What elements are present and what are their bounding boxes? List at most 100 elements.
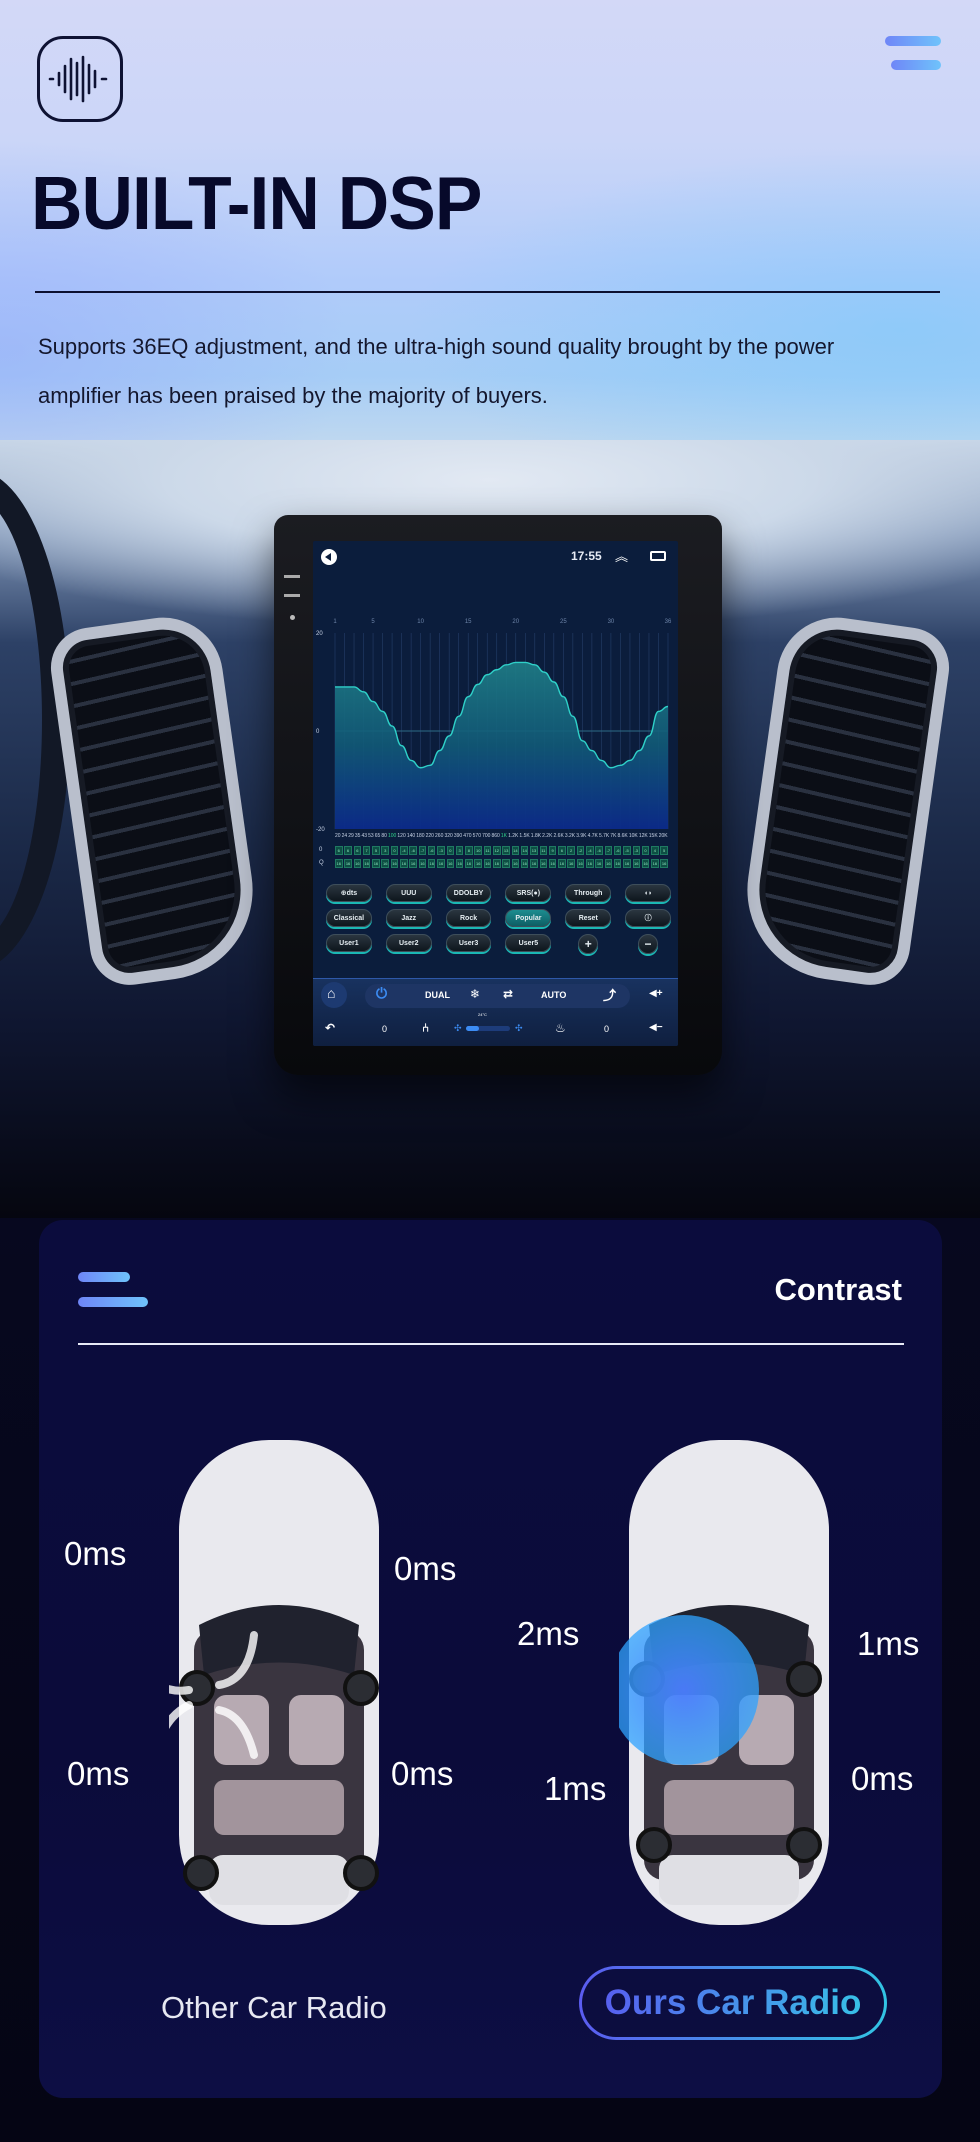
eq-curve-chart[interactable]: 1 5 10 15 20 25 30 36200-20: [313, 611, 678, 831]
gain-slot[interactable]: 11: [539, 846, 548, 855]
remove-preset-button[interactable]: −: [638, 934, 659, 954]
q-slot[interactable]: 16: [362, 859, 371, 868]
gain-slot[interactable]: 3: [455, 846, 464, 855]
gain-slot[interactable]: 0: [641, 846, 650, 855]
preset-rock-button[interactable]: Rock: [445, 909, 492, 927]
preset-user5-button[interactable]: User5: [505, 934, 552, 952]
fan-high-icon[interactable]: ✣: [515, 1023, 523, 1034]
through-button[interactable]: Through: [565, 884, 612, 902]
q-slot[interactable]: 16: [418, 859, 427, 868]
gain-slot[interactable]: -6: [427, 846, 436, 855]
q-slot[interactable]: 16: [558, 859, 566, 868]
recent-apps-icon[interactable]: [650, 551, 666, 561]
gain-slot[interactable]: 9: [548, 846, 557, 855]
q-slot[interactable]: 16: [660, 859, 668, 868]
preset-user2-button[interactable]: User2: [385, 934, 432, 952]
ours-car-radio-button[interactable]: Ours Car Radio: [579, 1966, 887, 2040]
gain-slot[interactable]: 11: [483, 846, 492, 855]
q-slot[interactable]: 16: [539, 859, 548, 868]
q-slot[interactable]: 16: [335, 859, 343, 868]
home-icon[interactable]: [321, 982, 347, 1008]
gain-slot[interactable]: -7: [604, 846, 613, 855]
gain-slot[interactable]: 13: [502, 846, 510, 855]
gain-slot[interactable]: -4: [586, 846, 594, 855]
gain-slot[interactable]: -7: [418, 846, 427, 855]
preset-user3-button[interactable]: User3: [445, 934, 492, 952]
side-menu-button[interactable]: [284, 575, 300, 597]
gain-slot[interactable]: 14: [511, 846, 520, 855]
gain-slot[interactable]: -6: [613, 846, 622, 855]
gain-slot[interactable]: 6: [558, 846, 566, 855]
preset-jazz-button[interactable]: Jazz: [385, 909, 432, 927]
q-slot[interactable]: 16: [455, 859, 464, 868]
q-slot[interactable]: 16: [604, 859, 613, 868]
q-slot[interactable]: 16: [474, 859, 482, 868]
preset-classical-button[interactable]: Classical: [326, 909, 372, 927]
preset-user1-button[interactable]: User1: [326, 934, 372, 952]
volume-down-icon[interactable]: ◀−: [649, 1022, 663, 1033]
gain-slot[interactable]: 6: [344, 846, 352, 855]
preset-popular-button[interactable]: Popular: [505, 909, 552, 927]
gain-slot[interactable]: 0: [446, 846, 455, 855]
gain-slot[interactable]: 4: [651, 846, 659, 855]
q-slot[interactable]: 16: [427, 859, 436, 868]
back-icon[interactable]: [321, 549, 337, 565]
q-slot[interactable]: 16: [520, 859, 529, 868]
q-slot[interactable]: 16: [548, 859, 557, 868]
q-slot[interactable]: 16: [576, 859, 585, 868]
q-slot[interactable]: 16: [400, 859, 408, 868]
q-slot[interactable]: 16: [437, 859, 445, 868]
q-slot[interactable]: 16: [353, 859, 362, 868]
q-slot[interactable]: 16: [623, 859, 631, 868]
gain-slot[interactable]: 8: [465, 846, 473, 855]
gain-slot[interactable]: 14: [520, 846, 529, 855]
gain-slot[interactable]: -3: [437, 846, 445, 855]
q-slot[interactable]: 16: [613, 859, 622, 868]
fan-low-icon[interactable]: ✣: [454, 1023, 462, 1034]
q-slot[interactable]: 16: [651, 859, 659, 868]
q-slot[interactable]: 16: [372, 859, 380, 868]
q-slot[interactable]: 16: [632, 859, 640, 868]
q-slot[interactable]: 16: [381, 859, 389, 868]
collapse-up-icon[interactable]: ︽: [615, 546, 628, 565]
recirculation-icon[interactable]: ⇄: [503, 987, 513, 1001]
gain-slot[interactable]: -5: [623, 846, 631, 855]
q-slot[interactable]: 16: [502, 859, 510, 868]
fan-speed-slider[interactable]: [466, 1026, 510, 1031]
menu-icon[interactable]: [883, 36, 941, 76]
dolby-button[interactable]: DDOLBY: [445, 884, 492, 902]
gain-slot[interactable]: -3: [632, 846, 640, 855]
gain-slot[interactable]: 13: [530, 846, 538, 855]
seat-icon[interactable]: ⑃: [422, 1021, 429, 1035]
q-slot[interactable]: 16: [493, 859, 501, 868]
gain-slot[interactable]: -2: [576, 846, 585, 855]
gain-slot[interactable]: 6: [353, 846, 362, 855]
dual-button[interactable]: DUAL: [425, 990, 450, 1000]
gain-slot[interactable]: 10: [474, 846, 482, 855]
gain-slot[interactable]: 3: [381, 846, 389, 855]
q-slot[interactable]: 16: [511, 859, 520, 868]
auto-button[interactable]: AUTO: [541, 990, 566, 1000]
dts-button[interactable]: ⊕dts: [326, 884, 372, 902]
gain-slot[interactable]: 0: [390, 846, 399, 855]
add-preset-button[interactable]: +: [578, 934, 599, 954]
balance-button[interactable]: ◖◗: [625, 884, 671, 902]
q-slot[interactable]: 16: [586, 859, 594, 868]
srs-button[interactable]: SRS(●): [505, 884, 552, 902]
q-slot[interactable]: 16: [465, 859, 473, 868]
power-icon[interactable]: ⏻: [376, 985, 387, 1002]
bass-button[interactable]: UUU: [385, 884, 432, 902]
gain-slot[interactable]: 7: [362, 846, 371, 855]
seat-heat-icon[interactable]: ♨: [555, 1021, 566, 1035]
q-slot[interactable]: 16: [446, 859, 455, 868]
q-slot[interactable]: 16: [344, 859, 352, 868]
airflow-icon[interactable]: ⤴: [603, 985, 616, 1004]
gain-slot[interactable]: -4: [400, 846, 408, 855]
gain-slot[interactable]: 5: [660, 846, 668, 855]
ac-snowflake-icon[interactable]: ❄: [470, 987, 480, 1001]
gain-slot[interactable]: 12: [493, 846, 501, 855]
back-arrow-icon[interactable]: ↶: [325, 1021, 335, 1035]
gain-slot[interactable]: 2: [567, 846, 575, 855]
gain-slot[interactable]: 6: [335, 846, 343, 855]
gain-slot[interactable]: -6: [595, 846, 603, 855]
